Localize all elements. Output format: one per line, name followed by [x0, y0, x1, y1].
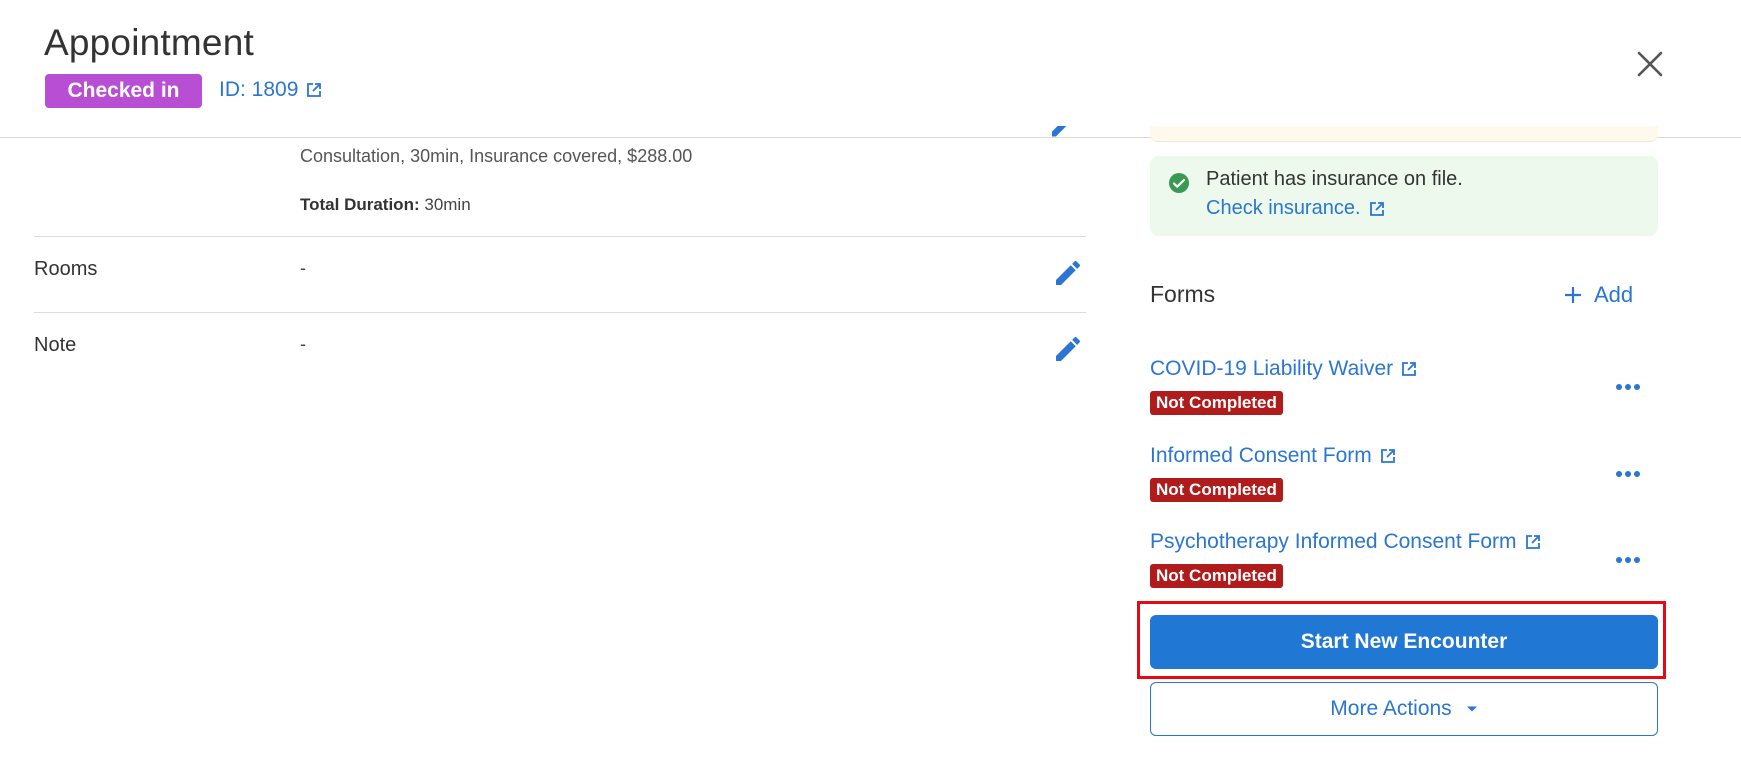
- form-name: COVID-19 Liability Waiver: [1150, 357, 1394, 380]
- add-form-label: Add: [1594, 282, 1634, 307]
- form-link[interactable]: Psychotherapy Informed Consent Form: [1150, 530, 1541, 554]
- form-status-badge: Not Completed: [1150, 391, 1283, 415]
- divider: [34, 312, 1086, 313]
- note-value: -: [300, 334, 306, 354]
- close-icon: [1637, 51, 1663, 77]
- appointment-id-link[interactable]: ID: 1809: [219, 78, 322, 102]
- pencil-icon: [1056, 336, 1081, 361]
- more-actions-button[interactable]: More Actions: [1150, 682, 1658, 736]
- form-link[interactable]: Informed Consent Form: [1150, 444, 1396, 468]
- form-item: Psychotherapy Informed Consent Form Not …: [1150, 530, 1650, 600]
- form-link[interactable]: COVID-19 Liability Waiver: [1150, 357, 1417, 381]
- form-item: COVID-19 Liability Waiver Not Completed: [1150, 357, 1650, 427]
- more-dot: [1634, 557, 1640, 563]
- check-insurance-link[interactable]: Check insurance.: [1206, 197, 1385, 220]
- more-dot: [1634, 384, 1640, 390]
- form-status-badge: Not Completed: [1150, 478, 1283, 502]
- rooms-label: Rooms: [34, 258, 98, 280]
- service-summary: Consultation, 30min, Insurance covered, …: [300, 146, 693, 166]
- appointment-id-label: ID: 1809: [219, 78, 299, 101]
- more-horizontal-icon: [1616, 384, 1622, 390]
- more-actions-label: More Actions: [1330, 697, 1452, 720]
- rooms-value: -: [300, 258, 306, 278]
- pencil-icon: [1056, 260, 1081, 285]
- appointment-panel: Appointment Checked in ID: 1809 Consulta…: [0, 0, 1741, 770]
- caret-down-icon: [1466, 706, 1477, 712]
- divider: [34, 236, 1086, 237]
- total-duration: Total Duration: 30min: [300, 195, 471, 215]
- form-status-badge: Not Completed: [1150, 564, 1283, 588]
- more-dot: [1634, 471, 1640, 477]
- pencil-icon: [1052, 126, 1067, 137]
- external-link-icon: [1402, 362, 1417, 376]
- rooms-edit-button[interactable]: [1051, 256, 1085, 290]
- external-link-icon: [1525, 535, 1540, 549]
- more-dot: [1625, 471, 1631, 477]
- status-badge: Checked in: [45, 74, 202, 108]
- form-more-button[interactable]: [1612, 375, 1644, 399]
- total-duration-label: Total Duration:: [300, 195, 420, 214]
- more-dot: [1625, 557, 1631, 563]
- check-circle-icon: [1169, 173, 1189, 193]
- appointment-header: Appointment Checked in ID: 1809: [0, 0, 1741, 138]
- more-horizontal-icon: [1616, 471, 1622, 477]
- total-duration-value: 30min: [424, 195, 471, 214]
- external-link-icon: [1369, 201, 1384, 216]
- note-label: Note: [34, 334, 77, 356]
- insurance-notice: Patient has insurance on file. Check ins…: [1150, 156, 1658, 236]
- add-form-button[interactable]: Add: [1564, 281, 1633, 309]
- external-link-icon: [307, 83, 322, 97]
- more-horizontal-icon: [1616, 557, 1622, 563]
- external-link-icon: [1380, 449, 1395, 463]
- forms-section-title: Forms: [1150, 281, 1216, 307]
- service-edit-button[interactable]: [1052, 126, 1072, 144]
- page-title: Appointment: [44, 22, 254, 63]
- form-name: Psychotherapy Informed Consent Form: [1150, 530, 1517, 553]
- check-insurance-label: Check insurance.: [1206, 197, 1361, 219]
- plus-icon: [1565, 287, 1581, 303]
- note-edit-button[interactable]: [1051, 332, 1085, 366]
- form-more-button[interactable]: [1612, 548, 1644, 572]
- more-dot: [1625, 384, 1631, 390]
- form-name: Informed Consent Form: [1150, 444, 1372, 467]
- alert-box-edge: [1150, 126, 1658, 142]
- insurance-message: Patient has insurance on file.: [1206, 168, 1463, 190]
- close-button[interactable]: [1632, 46, 1668, 82]
- start-new-encounter-button[interactable]: Start New Encounter: [1150, 615, 1658, 669]
- form-more-button[interactable]: [1612, 462, 1644, 486]
- form-item: Informed Consent Form Not Completed: [1150, 444, 1650, 514]
